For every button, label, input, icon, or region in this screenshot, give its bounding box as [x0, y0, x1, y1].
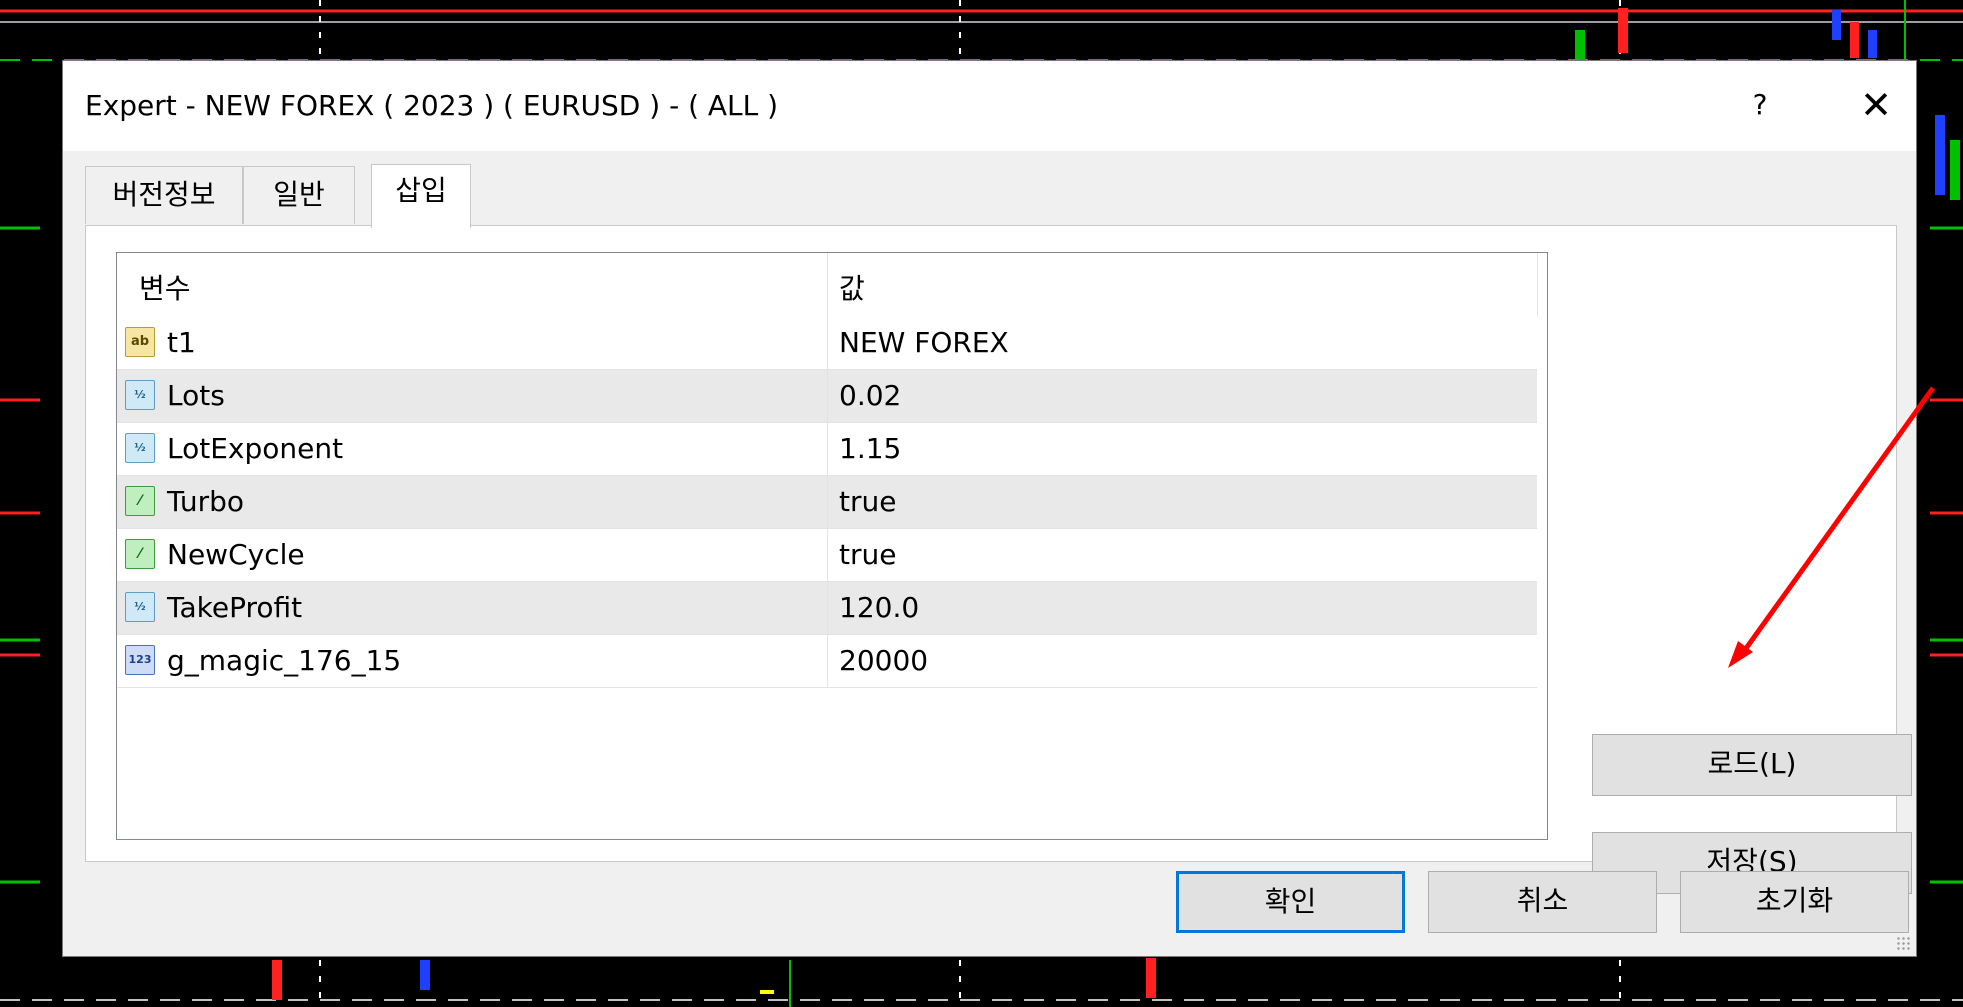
list-item[interactable]: ½ Lots 0.02 — [117, 370, 1537, 423]
help-button[interactable]: ? — [1740, 85, 1780, 125]
ok-button[interactable]: 확인 — [1176, 871, 1405, 933]
cancel-button[interactable]: 취소 — [1428, 871, 1657, 933]
string-type-icon: ab — [125, 327, 155, 357]
variable-value[interactable]: 1.15 — [839, 432, 901, 465]
list-item[interactable]: ½ LotExponent 1.15 — [117, 423, 1537, 476]
double-type-icon: ½ — [125, 380, 155, 410]
column-header-variable[interactable]: 변수 — [139, 267, 191, 307]
dialog-titlebar[interactable]: Expert - NEW FOREX ( 2023 ) ( EURUSD ) -… — [63, 61, 1916, 151]
variable-name: Turbo — [167, 485, 245, 518]
double-type-icon: ½ — [125, 592, 155, 622]
variable-value[interactable]: true — [839, 538, 896, 571]
cell-divider — [827, 423, 828, 475]
variable-name: g_magic_176_15 — [167, 644, 402, 677]
variable-name: LotExponent — [167, 432, 344, 465]
cell-divider — [827, 635, 828, 687]
cell-divider — [827, 582, 828, 634]
variable-name: TakeProfit — [167, 591, 303, 624]
variable-value[interactable]: true — [839, 485, 896, 518]
inputs-tab-panel: 변수 값 ab t1 NEW FOREX ½ Lots 0.02 ½ LotEx… — [85, 225, 1912, 894]
variable-value[interactable]: 120.0 — [839, 591, 919, 624]
list-header: 변수 값 — [117, 253, 1547, 317]
variable-name: Lots — [167, 379, 225, 412]
load-button[interactable]: 로드(L) — [1592, 734, 1912, 796]
tab-inputs[interactable]: 삽입 — [371, 164, 471, 228]
bool-type-icon: ⁄ — [125, 486, 155, 516]
variable-value[interactable]: 20000 — [839, 644, 928, 677]
cell-divider — [827, 529, 828, 581]
tab-general[interactable]: 일반 — [243, 166, 355, 224]
variable-name: t1 — [167, 326, 196, 359]
expert-properties-dialog: Expert - NEW FOREX ( 2023 ) ( EURUSD ) -… — [62, 60, 1917, 957]
resize-grip-icon[interactable] — [1896, 936, 1912, 952]
column-divider[interactable] — [1537, 253, 1538, 317]
column-header-value[interactable]: 값 — [839, 267, 865, 307]
variable-name: NewCycle — [167, 538, 305, 571]
int-type-icon: 123 — [125, 645, 155, 675]
list-item[interactable]: ⁄ Turbo true — [117, 476, 1537, 529]
input-parameters-list[interactable]: 변수 값 ab t1 NEW FOREX ½ Lots 0.02 ½ LotEx… — [116, 252, 1548, 840]
column-divider[interactable] — [827, 253, 828, 317]
list-item[interactable]: ⁄ NewCycle true — [117, 529, 1537, 582]
variable-value[interactable]: NEW FOREX — [839, 326, 1009, 359]
dialog-title: Expert - NEW FOREX ( 2023 ) ( EURUSD ) -… — [85, 89, 779, 122]
variable-value[interactable]: 0.02 — [839, 379, 901, 412]
list-item[interactable]: ab t1 NEW FOREX — [117, 317, 1537, 370]
tab-version-info[interactable]: 버전정보 — [85, 166, 243, 224]
double-type-icon: ½ — [125, 433, 155, 463]
list-item[interactable]: 123 g_magic_176_15 20000 — [117, 635, 1537, 688]
list-item[interactable]: ½ TakeProfit 120.0 — [117, 582, 1537, 635]
cell-divider — [827, 317, 828, 369]
cell-divider — [827, 476, 828, 528]
cell-divider — [827, 370, 828, 422]
close-button[interactable]: ✕ — [1846, 79, 1906, 131]
bool-type-icon: ⁄ — [125, 539, 155, 569]
reset-button[interactable]: 초기화 — [1680, 871, 1909, 933]
